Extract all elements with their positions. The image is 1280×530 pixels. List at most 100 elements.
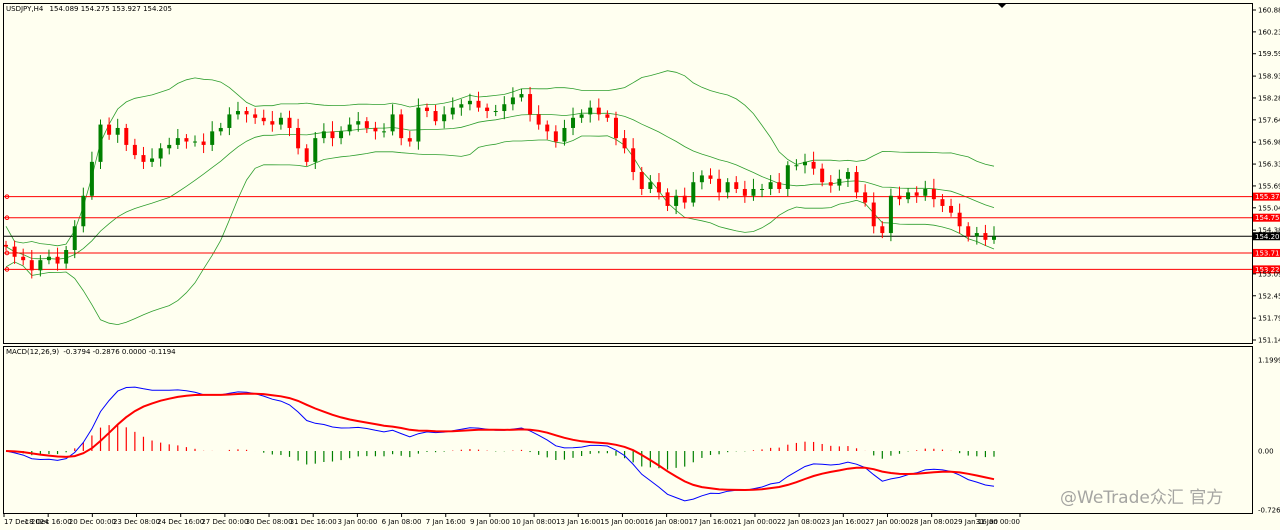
candle-body (227, 114, 232, 128)
watermark: @WeTrade众汇 官方 (1060, 488, 1223, 508)
price-tick-label: 155.690 (1258, 182, 1280, 190)
candle-body (665, 192, 670, 206)
candle-body (235, 111, 240, 115)
candle-body (888, 195, 893, 234)
candle-body (717, 178, 722, 193)
candle-body (931, 188, 936, 200)
candle-body (553, 131, 558, 142)
time-axis: 17 Dec 202418 Dec 16:0020 Dec 00:0023 De… (3, 514, 1021, 526)
symbol-header: USDJPY,H4 154.089 154.275 153.927 154.20… (6, 5, 172, 13)
price-tick-label: 153.095 (1258, 270, 1280, 278)
candle-body (983, 233, 988, 240)
time-tick-label: 23 Jan 16:00 (821, 518, 865, 526)
candle-body (613, 117, 618, 139)
candle-body (854, 172, 859, 193)
candle-body (734, 182, 739, 189)
candle-body (330, 131, 335, 139)
candle-body (863, 192, 868, 203)
time-tick-label: 10 Jan 08:00 (512, 518, 556, 526)
candle-body (906, 192, 911, 200)
candle-body (150, 158, 155, 162)
candle-body (278, 117, 283, 125)
candle-body (622, 138, 627, 149)
time-tick-label: 31 Dec 16:00 (290, 518, 337, 526)
candle-body (897, 195, 902, 200)
time-tick-label: 23 Dec 08:00 (113, 518, 160, 526)
main-chart-panel[interactable] (3, 3, 1253, 344)
candle-body (270, 121, 275, 125)
candle-body (339, 131, 344, 139)
candle-body (605, 114, 610, 118)
candle-body (691, 182, 696, 203)
price-tick-label: 160.235 (1258, 28, 1280, 36)
candle-body (476, 100, 481, 108)
candle-body (957, 212, 962, 227)
candle-body (296, 127, 301, 149)
candle-body (81, 195, 86, 227)
candle-body (914, 192, 919, 196)
price-tick-label: 151.790 (1258, 315, 1280, 323)
candle-body (708, 175, 713, 179)
candle-body (545, 124, 550, 132)
macd-header: MACD(12,26,9) -0.3794 -0.2876 0.0000 -0.… (6, 348, 176, 356)
time-tick-label: 17 Jan 16:00 (689, 518, 733, 526)
candle-body (949, 205, 954, 213)
candle-body (880, 226, 885, 234)
candle-body (802, 161, 807, 166)
candle-body (356, 121, 361, 125)
candle-body (21, 256, 26, 261)
candle-body (407, 138, 412, 142)
candle-body (450, 107, 455, 115)
candle-body (510, 97, 515, 105)
time-tick-label: 18 Dec 16:00 (25, 518, 72, 526)
candle-body (158, 148, 163, 159)
candle-body (141, 155, 146, 162)
time-tick-label: 13 Jan 16:00 (556, 518, 600, 526)
candle-body (992, 236, 996, 240)
candle-body (923, 188, 928, 196)
time-tick-label: 20 Dec 00:00 (69, 518, 116, 526)
candle-body (12, 246, 17, 257)
candle-body (974, 233, 979, 237)
candle-body (38, 260, 43, 271)
candle-body (639, 172, 644, 189)
chart-area[interactable]: 155.374154.753154.205153.713153.228 1.19… (0, 0, 1280, 530)
time-tick-label: 21 Jan 00:00 (733, 518, 777, 526)
candle-body (631, 148, 636, 173)
candle-body (313, 138, 318, 162)
candle-body (210, 131, 215, 145)
candle-body (648, 182, 653, 189)
candle-body (820, 168, 825, 183)
candle-body (562, 127, 567, 142)
macd-tick-label: 0.00 (1258, 448, 1274, 456)
candle-body (794, 165, 799, 167)
candle-body (124, 127, 129, 145)
candle-body (699, 175, 704, 183)
time-tick-label: 28 Jan 08:00 (909, 518, 953, 526)
candle-body (175, 138, 180, 145)
candle-body (321, 131, 326, 139)
time-tick-label: 24 Dec 16:00 (157, 518, 204, 526)
candle-body (132, 144, 137, 156)
candle-body (596, 107, 601, 115)
price-tick-label: 155.045 (1258, 204, 1280, 212)
time-tick-label: 22 Jan 08:00 (777, 518, 821, 526)
candle-body (72, 226, 77, 250)
time-tick-label: 15 Jan 00:00 (600, 518, 644, 526)
candle-body (201, 141, 206, 145)
candle-body (442, 114, 447, 122)
candle-body (167, 144, 172, 149)
candle-body (777, 182, 782, 189)
candle-body (940, 199, 945, 206)
candle-body (64, 250, 69, 264)
price-tick-label: 158.285 (1258, 94, 1280, 102)
time-tick-label: 7 Jan 16:00 (426, 518, 466, 526)
price-tick-label: 151.145 (1258, 337, 1280, 345)
candle-body (390, 114, 395, 132)
candle-body (845, 172, 850, 179)
candle-body (811, 161, 816, 169)
candle-body (467, 100, 472, 105)
candle-body (98, 124, 103, 162)
candle-body (588, 107, 593, 115)
time-tick-label: 31 Jan 00:00 (976, 518, 1020, 526)
